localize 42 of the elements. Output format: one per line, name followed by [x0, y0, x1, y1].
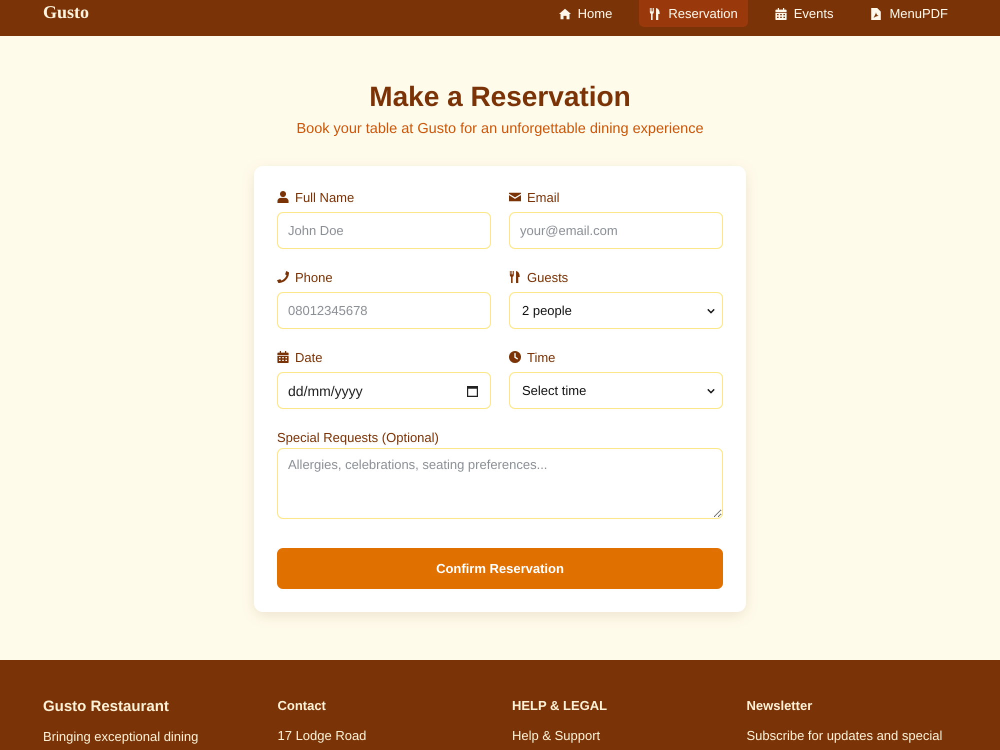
footer-text: Bringing exceptional dining: [43, 728, 200, 746]
nav-link[interactable]: MenuPDF: [860, 0, 958, 27]
chevron-down-icon: [707, 388, 715, 394]
calendar-icon: [277, 351, 289, 363]
field-label: Date: [295, 350, 322, 364]
select-field[interactable]: 2 people: [509, 292, 723, 329]
footer-link[interactable]: Help & Support: [512, 727, 722, 745]
page-subtitle: Book your table at Gusto for an unforgettable dining experience: [296, 120, 704, 138]
clock-icon: [509, 351, 521, 363]
date-field[interactable]: dd/mm/yyyy: [277, 372, 491, 409]
footer-heading: Newsletter: [746, 697, 814, 715]
envelope-icon: [509, 191, 521, 203]
nav-link[interactable]: Home: [548, 0, 622, 27]
calendar-icon: [774, 8, 787, 20]
logo[interactable]: Gusto: [43, 2, 90, 22]
field-label: Time: [527, 350, 556, 364]
footer-heading: Gusto Restaurant: [43, 698, 170, 716]
text-input[interactable]: your@email.com: [509, 212, 723, 249]
fork-knife-icon: [649, 8, 662, 20]
file-icon: [870, 8, 882, 20]
chevron-down-icon: [707, 308, 715, 314]
field-label: Special Requests (Optional): [277, 430, 439, 444]
page-title: Make a Reservation: [369, 80, 631, 114]
nav-link[interactable]: Events: [764, 0, 844, 27]
field-label: Phone: [295, 270, 333, 284]
textarea-field[interactable]: Allergies, celebrations, seating preferences...: [277, 448, 723, 519]
calendar-icon: [467, 384, 478, 396]
select-field[interactable]: Select time: [509, 372, 723, 409]
fork-knife-icon: [509, 271, 521, 283]
home-icon: [558, 8, 571, 20]
field-label: Guests: [527, 270, 568, 284]
field-label: Email: [527, 190, 560, 204]
user-icon: [277, 191, 289, 203]
field-label: Full Name: [295, 190, 354, 204]
footer-text: Subscribe for updates and special: [746, 727, 944, 745]
footer-heading: HELP & LEGAL: [512, 697, 608, 715]
text-input[interactable]: 08012345678: [277, 292, 491, 329]
footer-text: 17 Lodge Road: [278, 727, 368, 745]
phone-icon: [277, 271, 289, 283]
nav-link[interactable]: Reservation: [639, 0, 748, 27]
footer-heading: Contact: [278, 697, 327, 715]
text-input[interactable]: John Doe: [277, 212, 491, 249]
